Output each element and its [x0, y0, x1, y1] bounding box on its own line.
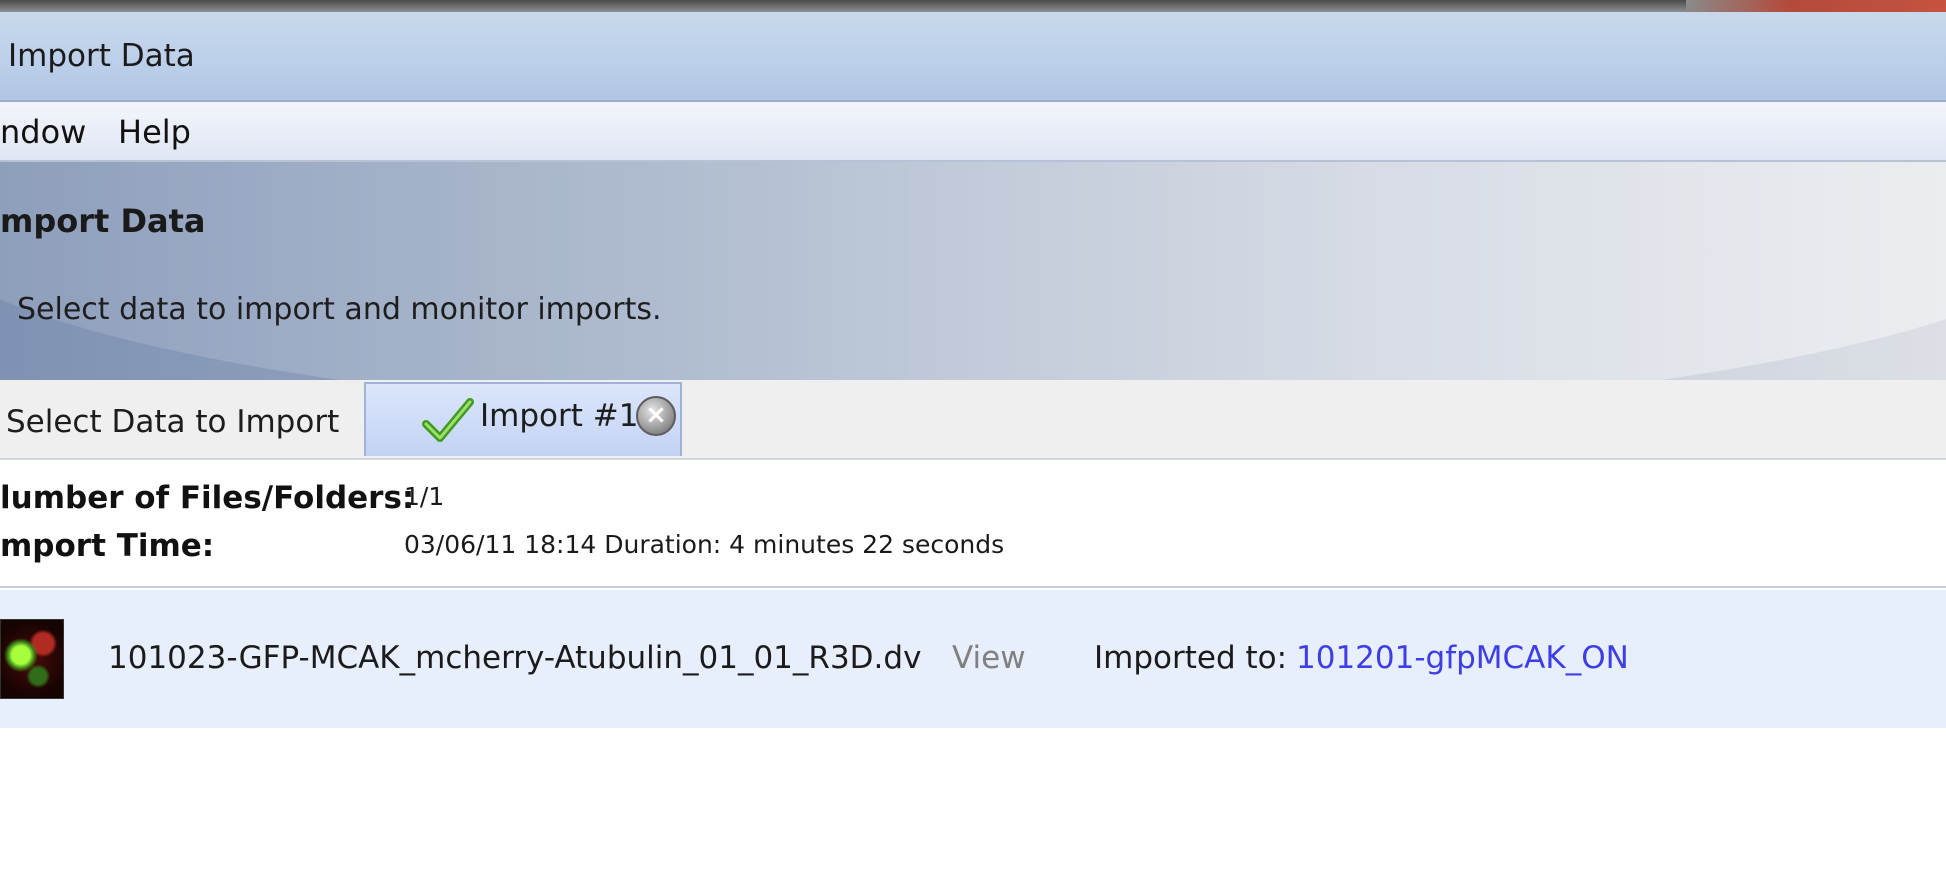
- tab-select-data[interactable]: Select Data to Import: [6, 404, 339, 440]
- menu-help[interactable]: Help: [118, 113, 191, 151]
- tab-bar: Select Data to Import Import #1 ×: [0, 380, 1946, 460]
- divider: [0, 586, 1946, 588]
- imported-to-label: Imported to:: [1094, 640, 1288, 676]
- menu-bar: ndow Help: [0, 102, 1946, 162]
- banner-wave-decoration: [0, 162, 1946, 380]
- files-folders-label: lumber of Files/Folders:: [0, 480, 415, 516]
- page-heading: mport Data: [0, 202, 206, 240]
- window-frame-top: [0, 0, 1946, 12]
- close-icon[interactable]: ×: [636, 396, 676, 436]
- import-summary: lumber of Files/Folders: 1/1 mport Time:…: [0, 462, 1946, 590]
- microscopy-thumbnail[interactable]: [0, 619, 64, 699]
- import-time-label: mport Time:: [0, 528, 215, 564]
- view-link[interactable]: View: [952, 640, 1026, 676]
- import-time-value: 03/06/11 18:14 Duration: 4 minutes 22 se…: [404, 530, 1005, 559]
- import-row: 101023-GFP-MCAK_mcherry-Atubulin_01_01_R…: [0, 590, 1946, 728]
- tab-import-1[interactable]: Import #1 ×: [364, 382, 682, 456]
- checkmark-icon: [422, 396, 474, 444]
- page-subtitle: Select data to import and monitor import…: [17, 292, 662, 327]
- import-filename: 101023-GFP-MCAK_mcherry-Atubulin_01_01_R…: [108, 640, 922, 676]
- files-folders-value: 1/1: [404, 482, 445, 511]
- menu-window[interactable]: ndow: [0, 113, 86, 151]
- window-frame-accent: [1686, 0, 1946, 12]
- window-title: Import Data: [8, 38, 195, 74]
- title-bar[interactable]: Import Data: [0, 12, 1946, 102]
- header-banner: mport Data Select data to import and mon…: [0, 162, 1946, 380]
- destination-link[interactable]: 101201-gfpMCAK_ON: [1296, 640, 1629, 676]
- tab-import-1-label: Import #1: [480, 398, 639, 434]
